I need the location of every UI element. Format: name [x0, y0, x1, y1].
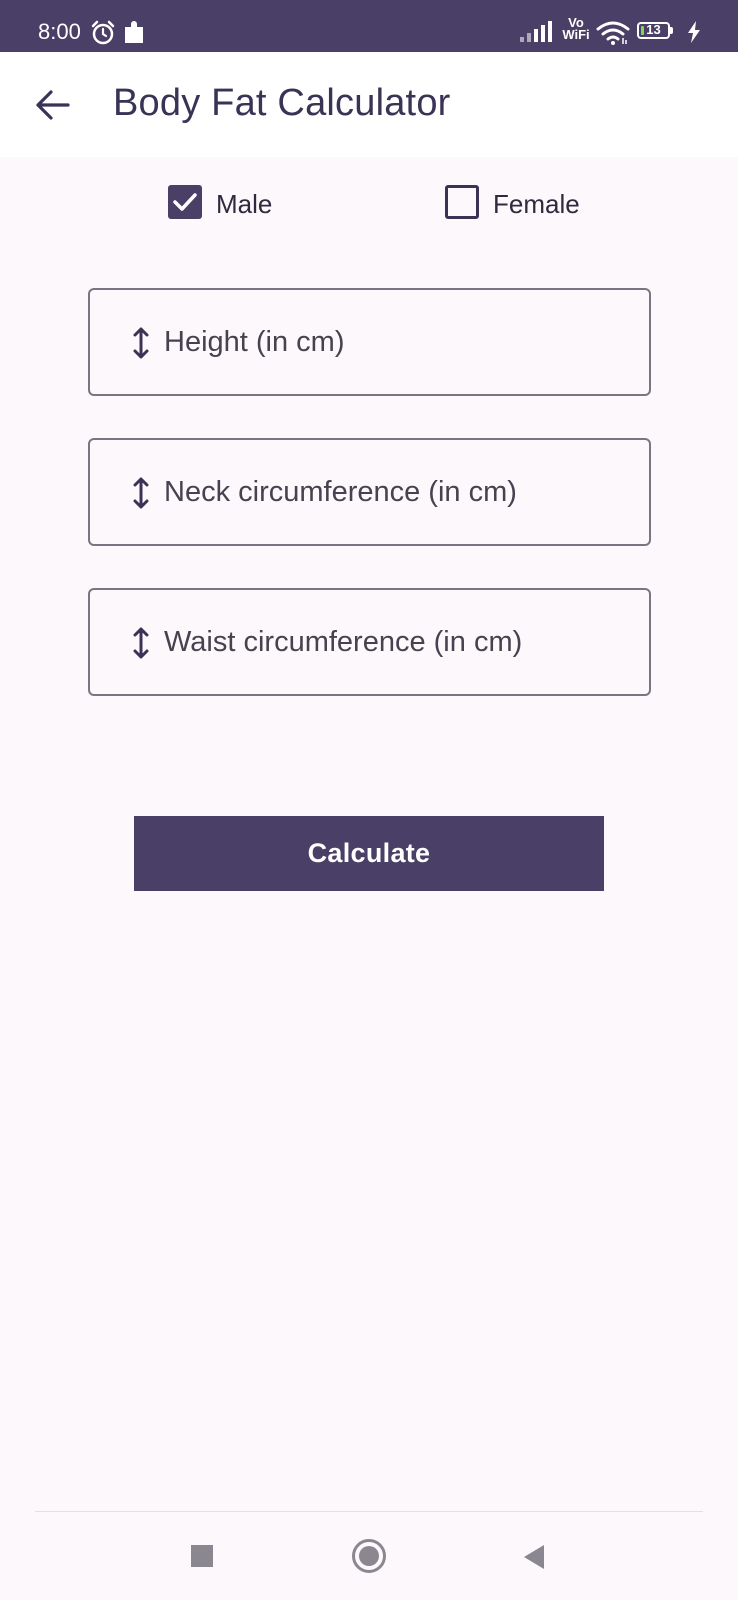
alarm-icon: [90, 20, 116, 51]
height-input[interactable]: Height (in cm): [88, 288, 651, 396]
app-bar: Body Fat Calculator: [0, 52, 738, 157]
recents-icon[interactable]: [191, 1545, 213, 1567]
female-label: Female: [493, 189, 580, 219]
back-button[interactable]: [30, 82, 76, 128]
height-placeholder: Height (in cm): [164, 326, 345, 358]
status-bar: 8:00 Vo WiFi 13: [0, 0, 738, 52]
status-time: 8:00: [38, 19, 81, 44]
charging-bolt-icon: [687, 21, 701, 48]
vertical-arrows-icon: [132, 326, 150, 365]
wifi-icon: [596, 21, 630, 50]
calculate-button[interactable]: Calculate: [134, 816, 604, 891]
vertical-arrows-icon: [132, 476, 150, 515]
nav-divider: [35, 1511, 703, 1512]
signal-icon: [520, 20, 554, 47]
home-icon[interactable]: [352, 1539, 386, 1573]
arrow-left-icon: [36, 90, 70, 120]
female-checkbox[interactable]: [445, 185, 479, 219]
waist-placeholder: Waist circumference (in cm): [164, 626, 523, 658]
battery-icon: 13: [637, 22, 670, 39]
male-checkbox[interactable]: [168, 185, 202, 219]
puzzle-icon: [124, 20, 146, 49]
vowifi-label: Vo WiFi: [562, 15, 590, 42]
vertical-arrows-icon: [132, 626, 150, 665]
waist-circumference-input[interactable]: Waist circumference (in cm): [88, 588, 651, 696]
neck-placeholder: Neck circumference (in cm): [164, 476, 517, 508]
neck-circumference-input[interactable]: Neck circumference (in cm): [88, 438, 651, 546]
page-title: Body Fat Calculator: [113, 82, 451, 124]
male-label: Male: [216, 189, 273, 219]
back-triangle-icon[interactable]: [522, 1544, 546, 1575]
battery-cap: [670, 27, 673, 34]
checkmark-icon: [173, 193, 197, 211]
battery-level-text: 13: [646, 22, 661, 37]
